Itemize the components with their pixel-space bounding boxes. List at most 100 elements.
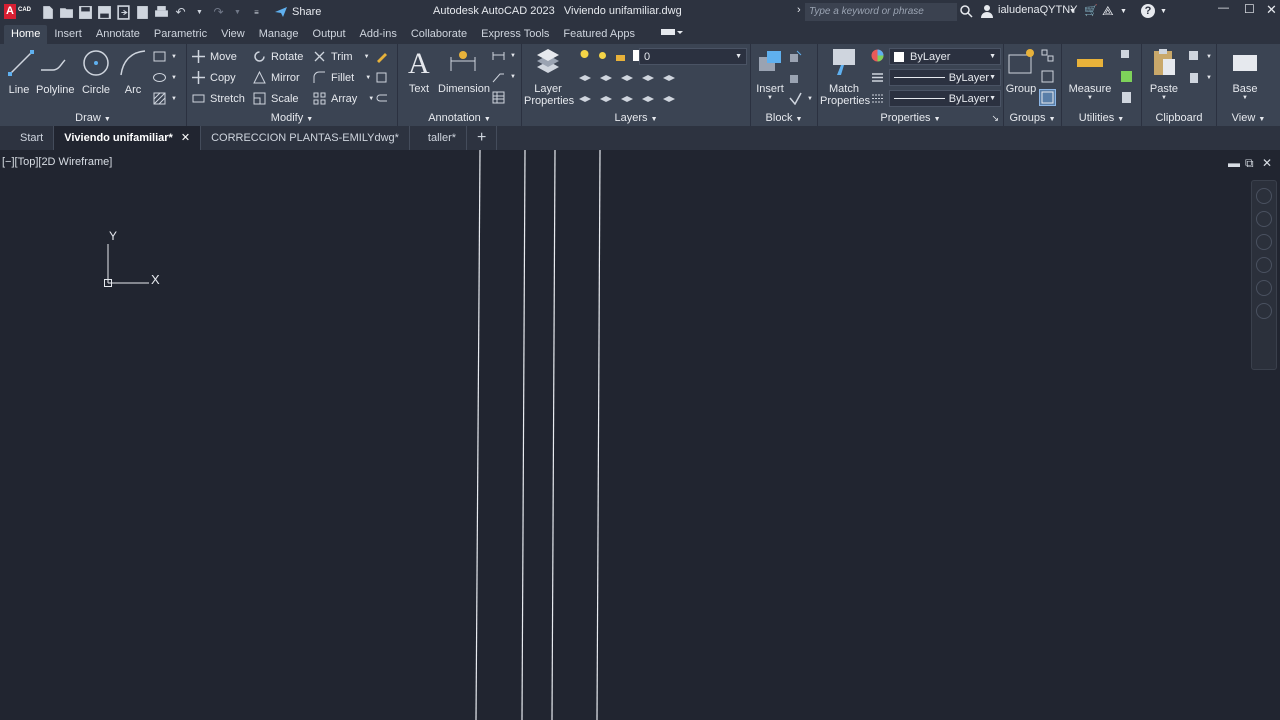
layer-unisolate-icon[interactable] bbox=[578, 91, 591, 104]
tab-collaborate[interactable]: Collaborate bbox=[404, 25, 474, 44]
insert-dropdown-icon[interactable]: ▼ bbox=[753, 95, 787, 101]
cut-button[interactable]: ▼ bbox=[1188, 50, 1212, 63]
save-icon[interactable] bbox=[78, 5, 93, 20]
move-button[interactable]: Move bbox=[192, 50, 237, 63]
group-button[interactable]: Group bbox=[1005, 47, 1037, 95]
erase-button[interactable] bbox=[375, 50, 388, 63]
layer-off-icon[interactable] bbox=[620, 70, 633, 83]
zoom-extents-icon[interactable] bbox=[1256, 257, 1272, 273]
showmotion-icon[interactable] bbox=[1256, 303, 1272, 319]
hatch-button[interactable]: ▼ bbox=[153, 92, 177, 105]
rectangle-dropdown-icon[interactable]: ▼ bbox=[171, 54, 177, 60]
paste-dropdown-icon[interactable]: ▼ bbox=[1148, 95, 1180, 101]
sun-icon[interactable] bbox=[596, 49, 609, 62]
redo-dropdown-icon[interactable]: ▼ bbox=[230, 5, 245, 20]
undo-icon[interactable]: ↶ bbox=[173, 5, 188, 20]
layer-previous-icon[interactable] bbox=[662, 91, 675, 104]
tab-annotate[interactable]: Annotate bbox=[89, 25, 147, 44]
copy-button[interactable]: Copy bbox=[192, 71, 236, 84]
tab-featured-apps[interactable]: Featured Apps bbox=[556, 25, 642, 44]
unlock-icon[interactable] bbox=[614, 49, 627, 62]
minimize-icon[interactable]: — bbox=[1218, 2, 1229, 14]
block-panel-title[interactable]: Block ▼ bbox=[751, 110, 817, 126]
ellipse-dropdown-icon[interactable]: ▼ bbox=[171, 75, 177, 81]
linear-dim-dropdown-icon[interactable]: ▼ bbox=[510, 53, 516, 59]
wall-line-1[interactable] bbox=[475, 150, 481, 720]
edit-block-button[interactable] bbox=[789, 71, 802, 84]
view-panel-title[interactable]: View ▼ bbox=[1217, 110, 1280, 126]
color-wheel-button[interactable] bbox=[871, 49, 884, 62]
layer-match-icon[interactable] bbox=[662, 70, 675, 83]
insert-button[interactable]: Insert ▼ bbox=[753, 47, 787, 101]
customize-qat-icon[interactable]: ≡ bbox=[249, 5, 264, 20]
fillet-button[interactable]: Fillet ▼ bbox=[313, 71, 371, 84]
offset-button[interactable] bbox=[375, 92, 388, 105]
tab-view[interactable]: View bbox=[214, 25, 252, 44]
rotate-button[interactable]: Rotate bbox=[253, 50, 303, 63]
layers-panel-title[interactable]: Layers ▼ bbox=[522, 110, 750, 126]
scale-button[interactable]: Scale bbox=[253, 92, 299, 105]
line-button[interactable]: Line bbox=[6, 48, 34, 96]
tab-express-tools[interactable]: Express Tools bbox=[474, 25, 556, 44]
wall-line-2[interactable] bbox=[521, 150, 526, 720]
base-dropdown-icon[interactable]: ▼ bbox=[1223, 95, 1267, 101]
help-dropdown-icon[interactable]: ▼ bbox=[1160, 8, 1167, 15]
cart-icon[interactable]: 🛒 bbox=[1084, 4, 1098, 17]
doctab-viviendo[interactable]: Viviendo unifamiliar* ✕ bbox=[54, 126, 202, 150]
doctab-taller[interactable]: taller* bbox=[410, 126, 468, 150]
utilities-panel-title[interactable]: Utilities ▼ bbox=[1062, 110, 1141, 126]
new-tab-button[interactable]: + bbox=[467, 126, 498, 150]
wall-line-4[interactable] bbox=[596, 150, 601, 720]
pan-icon[interactable] bbox=[1256, 234, 1272, 250]
maximize-icon[interactable]: ☐ bbox=[1244, 2, 1255, 16]
layer-thaw-icon[interactable] bbox=[599, 91, 612, 104]
text-button[interactable]: A Text bbox=[404, 47, 434, 95]
orbit-icon[interactable] bbox=[1256, 280, 1272, 296]
tab-add-ins[interactable]: Add-ins bbox=[353, 25, 404, 44]
close-icon[interactable]: ✕ bbox=[1266, 2, 1277, 18]
annotation-panel-title[interactable]: Annotation ▼ bbox=[398, 110, 521, 126]
linear-dim-button[interactable]: ▼ bbox=[492, 49, 516, 62]
drawing-viewport[interactable]: [−][Top][2D Wireframe] ▬ ⧉ ✕ Y X bbox=[0, 150, 1280, 720]
tab-output[interactable]: Output bbox=[306, 25, 353, 44]
trim-button[interactable]: Trim ▼ bbox=[313, 50, 370, 63]
copy-clip-dropdown-icon[interactable]: ▼ bbox=[1206, 75, 1212, 81]
groups-panel-title[interactable]: Groups ▼ bbox=[1004, 110, 1061, 126]
stretch-button[interactable]: Stretch bbox=[192, 92, 245, 105]
rectangle-button[interactable]: ▼ bbox=[153, 50, 177, 63]
properties-panel-title[interactable]: Properties ▼ bbox=[818, 110, 1003, 126]
block-attribute-button[interactable]: ▼ bbox=[789, 92, 813, 105]
tab-insert[interactable]: Insert bbox=[47, 25, 89, 44]
trim-dropdown-icon[interactable]: ▼ bbox=[364, 54, 370, 60]
search-input[interactable]: Type a keyword or phrase bbox=[805, 3, 957, 21]
web-save-icon[interactable] bbox=[135, 5, 150, 20]
search-expand-icon[interactable]: › bbox=[797, 4, 801, 16]
layer-lock-icon[interactable] bbox=[641, 70, 654, 83]
quick-select-button[interactable] bbox=[1120, 49, 1133, 62]
array-button[interactable]: Array ▼ bbox=[313, 92, 374, 105]
create-block-button[interactable] bbox=[789, 50, 802, 63]
print-icon[interactable] bbox=[154, 5, 169, 20]
select-all-button[interactable] bbox=[1120, 70, 1133, 83]
clipboard-panel-title[interactable]: Clipboard bbox=[1142, 110, 1216, 126]
autocad-logo[interactable]: A CAD bbox=[0, 0, 34, 24]
fillet-dropdown-icon[interactable]: ▼ bbox=[365, 75, 371, 81]
ellipse-button[interactable]: ▼ bbox=[153, 71, 177, 84]
tab-parametric[interactable]: Parametric bbox=[147, 25, 214, 44]
new-icon[interactable] bbox=[40, 5, 55, 20]
mirror-button[interactable]: Mirror bbox=[253, 71, 300, 84]
share-button[interactable]: Share bbox=[274, 6, 321, 18]
tab-manage[interactable]: Manage bbox=[252, 25, 306, 44]
attribute-dropdown-icon[interactable]: ▼ bbox=[807, 96, 813, 102]
calculator-button[interactable] bbox=[1120, 91, 1133, 104]
layer-dropdown[interactable]: 0 ▼ bbox=[639, 48, 747, 65]
modify-panel-title[interactable]: Modify ▼ bbox=[187, 110, 397, 126]
open-icon[interactable] bbox=[59, 5, 74, 20]
user-icon[interactable] bbox=[980, 4, 994, 18]
leader-button[interactable]: ▼ bbox=[492, 70, 516, 83]
steering-wheel-icon[interactable] bbox=[1256, 188, 1272, 204]
search-icon[interactable] bbox=[960, 5, 973, 18]
wall-line-3[interactable] bbox=[551, 150, 556, 720]
full-navigation-icon[interactable] bbox=[1256, 211, 1272, 227]
copy-clip-button[interactable]: ▼ bbox=[1188, 71, 1212, 84]
